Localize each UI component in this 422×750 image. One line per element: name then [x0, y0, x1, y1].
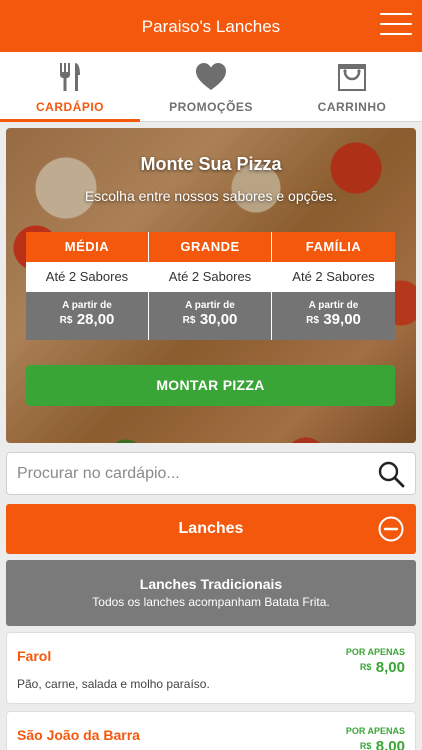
fork-knife-icon [60, 63, 80, 91]
tab-cardapio[interactable]: CARDÁPIO [0, 52, 140, 122]
size-flavors: Até 2 Sabores [26, 262, 148, 292]
currency: R$ [306, 315, 319, 326]
builder-title: Monte Sua Pizza [140, 154, 282, 174]
size-option-grande[interactable]: GRANDE Até 2 Sabores A partir de R$ 30,0… [149, 232, 272, 340]
tab-label: CARDÁPIO [35, 100, 104, 114]
size-option-familia[interactable]: FAMÍLIA Até 2 Sabores A partir de R$ 39,… [272, 232, 395, 340]
price-value: 39,00 [323, 311, 361, 328]
search-input[interactable] [17, 453, 367, 494]
price-value: 30,00 [199, 311, 238, 328]
item-price: R$ 8,00 [360, 659, 405, 677]
size-price: A partir de R$ 28,00 [26, 292, 148, 340]
price-prefix: A partir de [62, 300, 112, 311]
size-name: FAMÍLIA [272, 232, 395, 262]
tab-bar: CARDÁPIO PROMOÇÕES CARRINHO [0, 52, 422, 122]
currency: R$ [359, 741, 372, 750]
item-description: Pão, carne, salada e molho paraíso. [17, 677, 210, 691]
currency: R$ [182, 315, 196, 326]
item-name: São João da Barra [17, 727, 140, 743]
currency: R$ [359, 662, 372, 672]
price-value: 8,00 [375, 659, 405, 676]
app-title: Paraiso's Lanches [141, 17, 281, 36]
size-name: GRANDE [149, 232, 271, 262]
size-flavors: Até 2 Sabores [272, 262, 395, 292]
size-price: A partir de R$ 30,00 [149, 292, 271, 340]
size-flavors: Até 2 Sabores [149, 262, 271, 292]
category-title: Lanches [178, 520, 244, 537]
builder-subtitle: Escolha entre nossos sabores e opções. [84, 188, 338, 204]
tab-promocoes[interactable]: PROMOÇÕES [141, 52, 281, 122]
price-prefix: A partir de [185, 300, 235, 311]
tab-carrinho[interactable]: CARRINHO [282, 52, 422, 122]
size-option-media[interactable]: MÉDIA Até 2 Sabores A partir de R$ 28,00 [26, 232, 149, 340]
size-price: A partir de R$ 39,00 [272, 292, 395, 340]
tab-label: PROMOÇÕES [169, 100, 253, 114]
search-bar [6, 452, 416, 495]
pizza-builder-card: Monte Sua Pizza Escolha entre nossos sab… [6, 128, 416, 443]
collapse-minus-icon[interactable] [378, 516, 404, 542]
item-name: Farol [17, 648, 52, 664]
list-item[interactable]: Farol Pão, carne, salada e molho paraíso… [6, 632, 416, 704]
size-options: MÉDIA Até 2 Sabores A partir de R$ 28,00… [26, 232, 395, 340]
subcategory-title: Lanches Tradicionais [139, 576, 283, 592]
price-prefix: A partir de [308, 300, 359, 311]
subcategory-description: Todos os lanches acompanham Batata Frita… [92, 595, 330, 609]
price-value: 28,00 [76, 311, 115, 328]
shopping-bag-icon [338, 64, 366, 91]
tab-label: CARRINHO [317, 100, 387, 114]
montar-pizza-button[interactable]: MONTAR PIZZA [26, 365, 395, 406]
search-icon[interactable] [377, 460, 405, 488]
item-price: R$ 8,00 [360, 738, 405, 750]
price-prefix: POR APENAS [345, 726, 405, 736]
heart-icon [196, 63, 226, 90]
hamburger-menu-icon[interactable] [380, 13, 412, 39]
list-item[interactable]: São João da Barra POR APENAS R$ 8,00 [6, 711, 416, 750]
category-header-lanches[interactable]: Lanches [6, 504, 416, 554]
top-bar: Paraiso's Lanches [0, 0, 422, 52]
price-value: 8,00 [375, 738, 405, 750]
price-prefix: POR APENAS [345, 647, 405, 657]
currency: R$ [59, 315, 73, 326]
subcategory-header: Lanches Tradicionais Todos os lanches ac… [6, 560, 416, 626]
size-name: MÉDIA [26, 232, 148, 262]
